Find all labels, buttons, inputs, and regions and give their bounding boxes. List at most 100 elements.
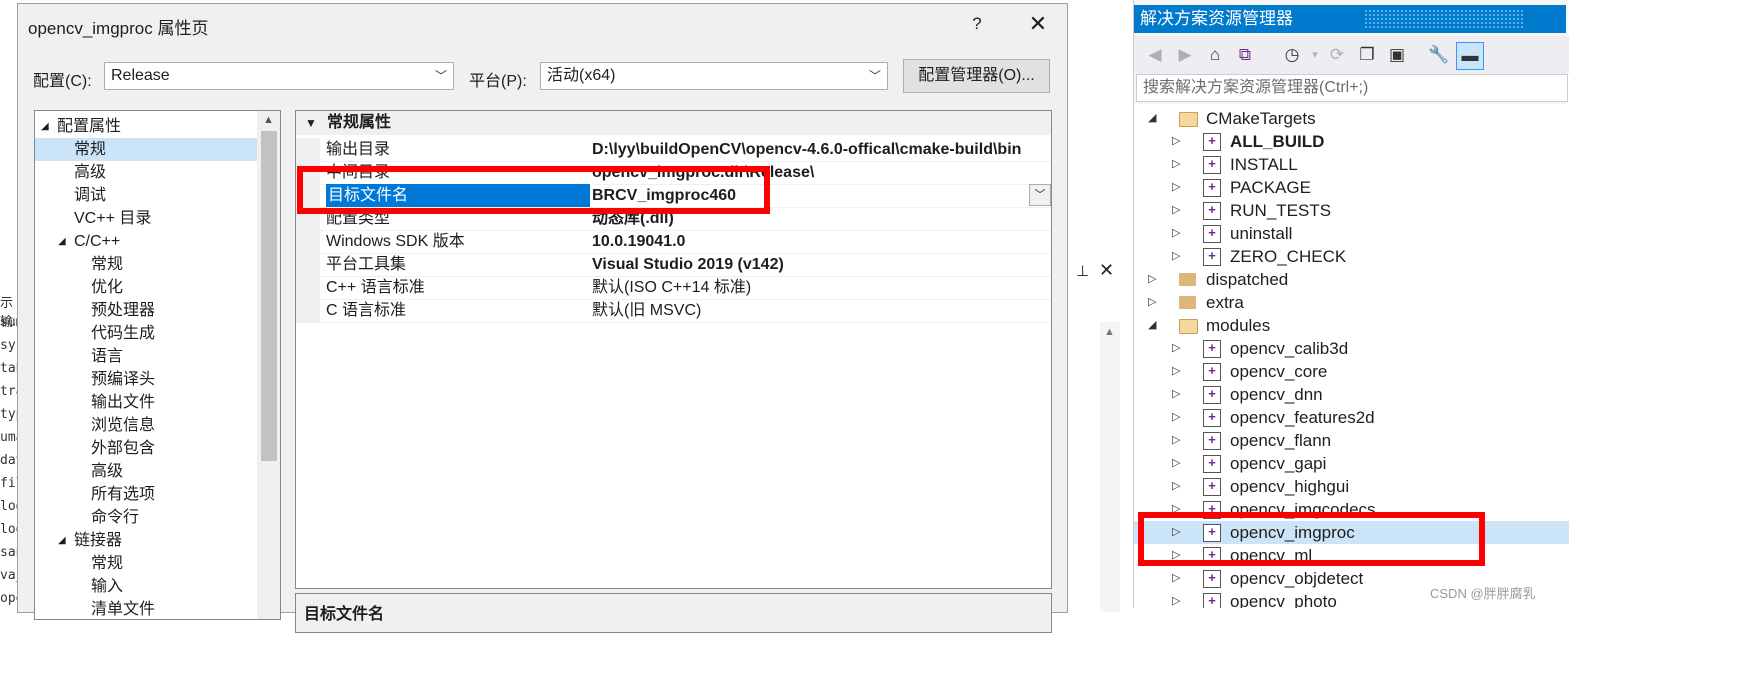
tree-item[interactable]: 调试 [35,184,257,207]
solution-item[interactable]: ▷ + PACKAGE [1134,176,1569,199]
solution-item[interactable]: ▷ + INSTALL [1134,153,1569,176]
tree-item[interactable]: 优化 [35,276,257,299]
config-select[interactable]: Release ﹀ [104,62,454,90]
grid-section-header[interactable]: ▼ 常规属性 [296,111,1051,135]
solution-item[interactable]: ▷ + opencv_calib3d [1134,337,1569,360]
expand-icon[interactable]: ▷ [1172,475,1180,498]
tree-item[interactable]: 外部包含 [35,437,257,460]
solution-item[interactable]: ▷ + opencv_features2d [1134,406,1569,429]
scroll-thumb[interactable] [261,131,277,461]
expand-icon[interactable]: ▷ [1172,199,1180,222]
properties-wrench-icon[interactable]: 🔧 [1426,42,1452,68]
solution-item[interactable]: ▷ + uninstall [1134,222,1569,245]
background-window-strip: 示输sumsystabtratypumadatfilloglogsanva_op… [0,252,17,612]
tree-item[interactable]: ◢ 链接器 [35,529,257,552]
tree-item[interactable]: 输入 [35,575,257,598]
tree-item[interactable]: 输出文件 [35,391,257,414]
property-value[interactable]: 默认(旧 MSVC) [592,299,1051,322]
property-value[interactable]: D:\lyy\buildOpenCV\opencv-4.6.0-offical\… [592,138,1051,161]
expand-icon[interactable]: ▷ [1172,222,1180,245]
solution-item[interactable]: ▷ + opencv_core [1134,360,1569,383]
property-row[interactable]: C 语言标准 默认(旧 MSVC) [296,299,1051,323]
preview-selected-icon[interactable]: ▬ [1456,42,1484,70]
tree-item[interactable]: 常规 [35,552,257,575]
tree-item[interactable]: 常规 [35,253,257,276]
solution-item[interactable]: ▷ + RUN_TESTS [1134,199,1569,222]
expand-icon[interactable]: ▷ [1172,567,1180,590]
show-all-files-icon[interactable]: ▣ [1384,42,1410,68]
tree-item[interactable]: 代码生成 [35,322,257,345]
vs-switch-view-icon[interactable]: ⧉ [1232,42,1258,68]
forward-icon[interactable]: ▶ [1172,42,1198,68]
collapse-all-icon[interactable]: ❐ [1354,42,1380,68]
property-value[interactable]: Visual Studio 2019 (v142) [592,253,1051,276]
back-icon[interactable]: ◀ [1142,42,1168,68]
solution-item[interactable]: ▷ + opencv_highgui [1134,475,1569,498]
solution-item[interactable]: ▷ dispatched [1134,268,1569,291]
background-text: uma [0,430,17,445]
tree-item[interactable]: 语言 [35,345,257,368]
collapse-icon[interactable]: ◢ [1148,314,1156,337]
expand-icon[interactable]: ▷ [1172,590,1180,608]
solution-item[interactable]: ▷ + opencv_gapi [1134,452,1569,475]
property-row[interactable]: Windows SDK 版本 10.0.19041.0 [296,230,1051,254]
config-manager-button[interactable]: 配置管理器(O)... [903,59,1050,93]
tree-item[interactable]: 清单文件 [35,598,257,619]
solution-item[interactable]: ▷ extra [1134,291,1569,314]
solution-item[interactable]: ◢ modules [1134,314,1569,337]
tree-item[interactable]: ◢ C/C++ [35,230,257,253]
scrollbar[interactable]: ▲ [1100,322,1120,612]
expand-icon[interactable]: ▷ [1172,429,1180,452]
expand-icon[interactable]: ▷ [1148,291,1156,314]
expand-icon[interactable]: ▷ [1172,383,1180,406]
property-row[interactable]: C++ 语言标准 默认(ISO C++14 标准) [296,276,1051,300]
property-row[interactable]: 输出目录 D:\lyy\buildOpenCV\opencv-4.6.0-offi… [296,138,1051,162]
collapse-icon[interactable]: ▼ [305,111,317,135]
solution-item-label: uninstall [1230,224,1293,243]
expand-icon[interactable]: ▷ [1172,360,1180,383]
solution-item[interactable]: ▷ + opencv_flann [1134,429,1569,452]
tree-item[interactable]: 常规 [35,138,257,161]
tree-item[interactable]: 所有选项 [35,483,257,506]
expand-icon[interactable]: ▷ [1172,176,1180,199]
expand-icon[interactable]: ▷ [1172,452,1180,475]
close-button[interactable]: ✕ [1022,10,1054,38]
platform-select[interactable]: 活动(x64) ﹀ [540,62,888,90]
home-icon[interactable]: ⌂ [1202,42,1228,68]
property-value[interactable]: 默认(ISO C++14 标准) [592,276,1051,299]
property-row[interactable]: 平台工具集 Visual Studio 2019 (v142) [296,253,1051,277]
expand-icon[interactable]: ▷ [1172,153,1180,176]
value-dropdown-button[interactable]: ﹀ [1029,184,1051,206]
tree-item[interactable]: 命令行 [35,506,257,529]
pin-icon[interactable]: ⊥ [1076,262,1089,280]
expand-icon[interactable]: ▷ [1172,406,1180,429]
expand-icon[interactable]: ▷ [1172,245,1180,268]
expand-icon[interactable]: ◢ [58,529,66,552]
tree-item[interactable]: 高级 [35,161,257,184]
close-icon[interactable]: ✕ [1099,260,1114,281]
expand-icon[interactable]: ◢ [41,115,49,138]
project-icon: + [1203,478,1221,496]
solution-item[interactable]: ▷ + ZERO_CHECK [1134,245,1569,268]
expand-icon[interactable]: ◢ [58,230,66,253]
refresh-icon[interactable]: ⟳ [1324,42,1350,68]
tree-scrollbar[interactable]: ▲ [257,111,280,619]
tree-item[interactable]: VC++ 目录 [35,207,257,230]
help-button[interactable]: ? [963,10,991,38]
scroll-up-icon[interactable]: ▲ [1104,326,1115,338]
expand-icon[interactable]: ▷ [1172,130,1180,153]
property-value[interactable]: 10.0.19041.0 [592,230,1051,253]
tree-item[interactable]: 高级 [35,460,257,483]
solution-item[interactable]: ◢ CMakeTargets [1134,107,1569,130]
tree-item[interactable]: 预编译头 [35,368,257,391]
tree-item[interactable]: 预处理器 [35,299,257,322]
scroll-up-icon[interactable]: ▲ [263,114,274,126]
solution-search-input[interactable]: 搜索解决方案资源管理器(Ctrl+;) [1136,74,1568,102]
expand-icon[interactable]: ▷ [1172,337,1180,360]
solution-item[interactable]: ▷ + ALL_BUILD [1134,130,1569,153]
tree-item[interactable]: 浏览信息 [35,414,257,437]
expand-icon[interactable]: ▷ [1148,268,1156,291]
solution-item[interactable]: ▷ + opencv_dnn [1134,383,1569,406]
tree-item[interactable]: ◢ 配置属性 [35,115,257,138]
collapse-icon[interactable]: ◢ [1148,107,1156,130]
